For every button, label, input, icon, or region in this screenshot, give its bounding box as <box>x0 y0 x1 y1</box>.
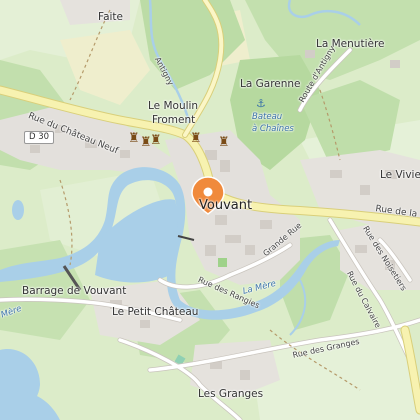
map-view[interactable]: ♜ ♜ ♜ ♜ ♜ ⚓ D 30 Faite La Menutière Le M… <box>0 0 420 420</box>
place-label-barrage: Barrage de Vouvant <box>22 285 127 297</box>
place-label-les-granges: Les Granges <box>198 388 264 400</box>
anchor-icon[interactable]: ⚓ <box>256 98 266 109</box>
place-label-le-moulin: Le Moulin <box>148 100 199 112</box>
road-shield-d30: D 30 <box>24 131 55 145</box>
poi-label-a-chaines: à Chaînes <box>252 124 294 134</box>
castle-icon[interactable]: ♜ <box>150 134 162 147</box>
place-label-faite: Faite <box>98 11 124 23</box>
place-label-le-petit-chateau: Le Petit Château <box>112 306 199 318</box>
castle-icon[interactable]: ♜ <box>190 132 202 145</box>
place-label-froment: Froment <box>152 114 196 126</box>
pond <box>12 200 24 220</box>
poi-label-bateau: Bateau <box>252 112 283 122</box>
place-label-le-vivier: Le Vivier <box>380 169 420 181</box>
place-label-la-garenne: La Garenne <box>240 78 301 90</box>
castle-icon[interactable]: ♜ <box>218 136 230 149</box>
place-label-vouvant: Vouvant <box>199 198 253 213</box>
castle-icon[interactable]: ♜ <box>128 132 140 145</box>
